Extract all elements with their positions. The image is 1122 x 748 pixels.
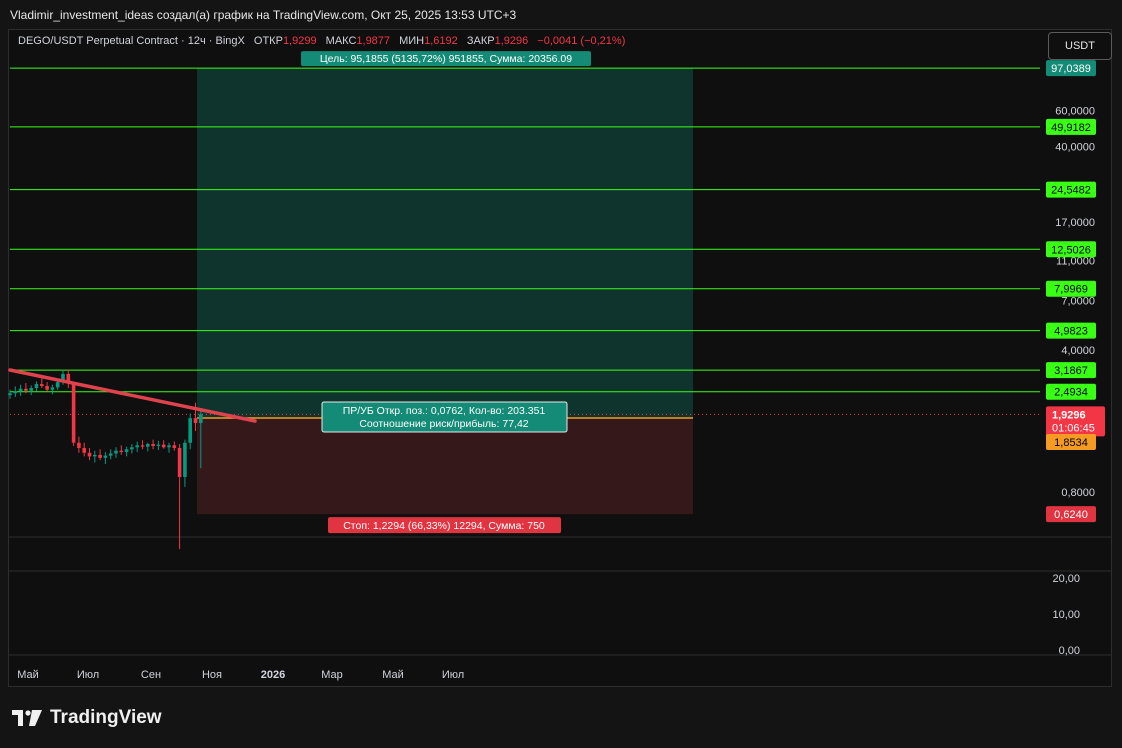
candle xyxy=(172,441,177,451)
time-tick: Июл xyxy=(77,669,99,681)
level-price-badge: 7,9969 xyxy=(1046,280,1096,297)
time-tick: 2026 xyxy=(261,669,285,681)
svg-text:7,9969: 7,9969 xyxy=(1054,284,1088,296)
currency-button[interactable]: USDT xyxy=(1048,32,1112,60)
svg-text:Соотношение риск/прибыль: 77,4: Соотношение риск/прибыль: 77,42 xyxy=(359,418,528,430)
profit-zone xyxy=(197,68,693,418)
oscillator-tick: 0,00 xyxy=(1059,645,1080,657)
time-tick: Ноя xyxy=(202,669,222,681)
candle xyxy=(18,384,23,396)
tradingview-logo[interactable]: TradingView xyxy=(12,706,162,730)
svg-text:01:06:45: 01:06:45 xyxy=(1052,422,1095,434)
candle xyxy=(124,446,129,457)
level-price-badge: 24,5482 xyxy=(1046,181,1096,198)
candle xyxy=(87,447,92,461)
level-price-badge: 49,9182 xyxy=(1046,118,1096,135)
time-tick: Май xyxy=(382,669,404,681)
candle xyxy=(146,442,150,452)
candle xyxy=(93,450,97,463)
candle xyxy=(140,440,145,450)
candle xyxy=(188,413,192,450)
svg-text:Цель: 95,1855 (5135,72%) 95185: Цель: 95,1855 (5135,72%) 951855, Сумма: … xyxy=(320,53,572,65)
time-tick: Сен xyxy=(141,669,161,681)
candle xyxy=(40,378,44,389)
price-tick: 11,0000 xyxy=(1056,256,1095,268)
svg-text:4,9823: 4,9823 xyxy=(1054,326,1088,338)
price-tick: 7,0000 xyxy=(1061,296,1095,308)
svg-text:ПР/УБ Откр. поз.: 0,0762, Кол-: ПР/УБ Откр. поз.: 0,0762, Кол-во: 203.35… xyxy=(343,405,546,417)
last-price-badge: 1,929601:06:45 xyxy=(1046,406,1105,437)
target-label: Цель: 95,1855 (5135,72%) 951855, Сумма: … xyxy=(301,51,591,67)
svg-text:49,9182: 49,9182 xyxy=(1051,122,1091,134)
candle xyxy=(130,444,134,454)
low-label: МИН xyxy=(399,35,425,47)
svg-text:1,8534: 1,8534 xyxy=(1054,437,1088,449)
close-value: 1,9296 xyxy=(494,35,529,47)
candle xyxy=(119,445,124,455)
stop-price-badge: 0,6240 xyxy=(1046,506,1096,523)
oscillator-tick: 10,00 xyxy=(1052,609,1080,621)
level-price-badge: 4,9823 xyxy=(1046,322,1096,339)
time-tick: Май xyxy=(17,669,39,681)
candle xyxy=(45,382,49,392)
candle xyxy=(103,452,108,465)
svg-text:12,5026: 12,5026 xyxy=(1051,244,1091,256)
candle xyxy=(71,381,76,446)
candle xyxy=(34,381,39,392)
svg-text:97,0389: 97,0389 xyxy=(1051,63,1091,75)
entry-price-badge: 1,8534 xyxy=(1046,433,1096,450)
change-value: −0,0041 (−0,21%) xyxy=(537,35,626,47)
candle xyxy=(151,439,155,450)
candle xyxy=(177,444,182,550)
candle xyxy=(161,440,166,449)
symbol-name: DEGO/USDT Perpetual Contract · 12ч · Bin… xyxy=(18,35,245,47)
price-chart[interactable]: Цель: 95,1855 (5135,72%) 951855, Сумма: … xyxy=(0,0,1122,748)
candle xyxy=(77,436,81,453)
level-price-badge: 2,4934 xyxy=(1046,383,1096,400)
candle xyxy=(167,442,171,453)
time-tick: Июл xyxy=(442,669,464,681)
candle xyxy=(50,384,55,395)
candle xyxy=(156,440,161,450)
position-info-label[interactable]: ПР/УБ Откр. поз.: 0,0762, Кол-во: 203.35… xyxy=(321,401,568,433)
svg-text:2,4934: 2,4934 xyxy=(1054,387,1088,399)
candle xyxy=(183,439,187,487)
level-price-badge: 3,1867 xyxy=(1046,362,1096,379)
svg-text:Стоп: 1,2294 (66,33%) 12294, С: Стоп: 1,2294 (66,33%) 12294, Сумма: 750 xyxy=(343,520,545,532)
tradingview-icon xyxy=(12,710,42,726)
open-value: 1,9299 xyxy=(282,35,317,47)
open-label: ОТКР xyxy=(253,35,283,47)
time-tick: Мар xyxy=(321,669,343,681)
candle xyxy=(8,389,12,399)
stop-label: Стоп: 1,2294 (66,33%) 12294, Сумма: 750 xyxy=(328,517,561,534)
level-price-badge: 12,5026 xyxy=(1046,241,1096,258)
candle xyxy=(29,385,33,396)
high-label: МАКС xyxy=(325,35,357,47)
high-value: 1,9877 xyxy=(356,35,391,47)
price-tick: 17,0000 xyxy=(1055,217,1095,229)
candle xyxy=(98,449,102,461)
candle xyxy=(114,447,118,458)
oscillator-tick: 20,00 xyxy=(1052,573,1080,585)
level-price-badge: 97,0389 xyxy=(1046,60,1096,77)
brand-name: TradingView xyxy=(50,707,162,728)
price-tick: 40,0000 xyxy=(1055,141,1095,153)
price-tick: 4,0000 xyxy=(1061,345,1095,357)
svg-text:24,5482: 24,5482 xyxy=(1051,185,1091,197)
candle xyxy=(66,369,71,389)
symbol-legend: DEGO/USDT Perpetual Contract · 12ч · Bin… xyxy=(18,35,625,47)
candle xyxy=(108,449,113,460)
close-label: ЗАКР xyxy=(466,35,495,47)
candle xyxy=(135,441,139,453)
svg-text:3,1867: 3,1867 xyxy=(1054,365,1088,377)
candle xyxy=(82,442,86,457)
low-value: 1,6192 xyxy=(424,35,458,47)
svg-text:0,6240: 0,6240 xyxy=(1054,509,1088,521)
svg-text:1,9296: 1,9296 xyxy=(1052,409,1086,421)
price-tick: 0,8000 xyxy=(1061,487,1095,499)
candle xyxy=(13,386,18,397)
price-tick: 60,0000 xyxy=(1055,106,1095,118)
